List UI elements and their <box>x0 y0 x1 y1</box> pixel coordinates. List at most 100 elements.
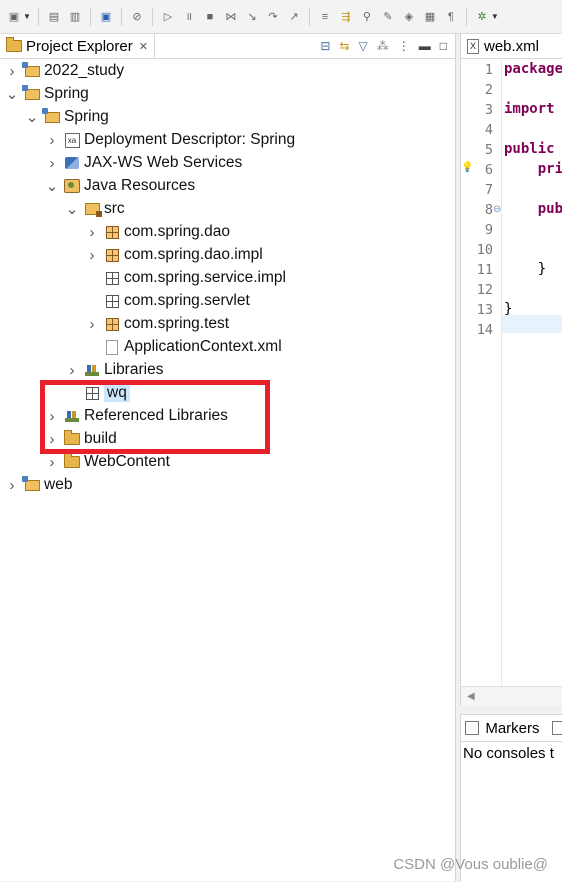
task-icon[interactable]: ◈ <box>401 9 417 25</box>
warning-icon[interactable]: 💡 <box>461 162 473 173</box>
block-selection-icon[interactable]: ▦ <box>422 9 438 25</box>
line-number: 3 <box>484 102 493 118</box>
debug-icon[interactable]: ✲ <box>474 9 490 25</box>
project-explorer-panel: Project Explorer ✕ ⊟ ⇆ ▽ ⁂ ⋮ ▬ □ › 2022_s… <box>0 34 456 881</box>
filter-icon[interactable]: ▽ <box>359 39 368 53</box>
focus-icon[interactable]: ⁂ <box>377 39 389 53</box>
tab-markers[interactable]: Markers <box>461 715 562 742</box>
tree-item[interactable]: ⌄ Spring <box>26 106 109 128</box>
resume-icon[interactable]: ▷ <box>160 9 176 25</box>
step-over-icon[interactable]: ↷ <box>265 9 281 25</box>
link-with-editor-icon[interactable]: ⇆ <box>339 39 349 53</box>
project-explorer-title: Project Explorer <box>26 37 133 55</box>
tree-item[interactable]: › xa Deployment Descriptor: Spring <box>46 129 296 151</box>
tree-item-label: com.spring.test <box>124 315 230 332</box>
maximize-icon[interactable]: □ <box>440 39 447 53</box>
line-number: 12 <box>476 282 493 298</box>
tab-project-explorer[interactable]: Project Explorer ✕ <box>0 34 155 58</box>
chevron-right-icon[interactable]: › <box>86 224 98 241</box>
editor-tab[interactable]: X web.xml <box>461 34 562 59</box>
line-number: 2 <box>484 82 493 98</box>
horizontal-scrollbar[interactable]: ◀ <box>461 686 562 706</box>
skip-breakpoints-icon[interactable]: ⊘ <box>129 9 145 25</box>
new-icon[interactable]: ▣ <box>6 9 22 25</box>
open-type-icon[interactable]: ⚲ <box>359 9 375 25</box>
chevron-down-icon[interactable]: ⌄ <box>26 108 39 126</box>
chevron-right-icon[interactable]: › <box>46 132 58 149</box>
line-number: 11 <box>476 262 493 278</box>
chevron-right-icon[interactable]: › <box>46 155 58 172</box>
tree-item-label: Spring <box>64 108 109 125</box>
empty-package-icon <box>104 293 120 309</box>
chevron-right-icon[interactable]: › <box>66 362 78 379</box>
save-all-icon[interactable]: ▥ <box>67 9 83 25</box>
tree-item-label: com.spring.dao.impl <box>124 246 263 263</box>
tree-item[interactable]: › WebContent <box>46 451 170 473</box>
empty-package-icon <box>104 270 120 286</box>
console-message: No consoles t <box>463 745 554 762</box>
tree-item-label: 2022_study <box>44 62 125 79</box>
pen-icon[interactable]: ✎ <box>380 9 396 25</box>
code-area[interactable]: package import public pri pub }} <box>501 60 562 686</box>
chevron-down-icon[interactable]: ⌄ <box>66 200 79 218</box>
tree-item-label: JAX-WS Web Services <box>84 154 243 171</box>
tree-item-label: Java Resources <box>84 177 196 194</box>
chevron-down-icon[interactable]: ⌄ <box>6 85 19 103</box>
debug-dropdown-icon[interactable]: ▼ <box>491 12 499 21</box>
line-number: 13 <box>476 302 493 318</box>
save-icon[interactable]: ▤ <box>46 9 62 25</box>
tree-item[interactable]: com.spring.service.impl <box>86 267 286 289</box>
toolbar-separator <box>465 7 467 26</box>
chevron-down-icon[interactable]: ⌄ <box>46 177 59 195</box>
minimize-icon[interactable]: ▬ <box>419 39 431 53</box>
view-menu-icon[interactable]: ⋮ <box>398 39 410 53</box>
editor-tab-label: web.xml <box>484 37 540 55</box>
tree-item[interactable]: › 2022_study <box>6 60 124 82</box>
tree-item[interactable]: com.spring.servlet <box>86 290 250 312</box>
suspend-icon[interactable]: ॥ <box>181 9 197 25</box>
chevron-right-icon[interactable]: › <box>46 454 58 471</box>
tree-item[interactable]: › com.spring.test <box>86 313 230 335</box>
code-line: pub <box>504 201 562 217</box>
editor-panel: X web.xml 1 2 3 4 5 6 7 8 9 10 11 12 13 14 💡 ⊖ package i… <box>460 34 562 706</box>
tree-item[interactable]: › Libraries <box>66 359 164 381</box>
chevron-right-icon[interactable]: › <box>86 247 98 264</box>
toolbar-separator <box>308 7 310 26</box>
terminate-icon[interactable]: ■ <box>202 9 218 25</box>
line-number: 8 <box>484 202 493 218</box>
chevron-right-icon[interactable]: › <box>86 316 98 333</box>
whitespace-icon[interactable]: ¶ <box>443 9 459 25</box>
tree-item-label: com.spring.servlet <box>124 292 250 309</box>
tree-item[interactable]: ApplicationContext.xml <box>86 336 282 358</box>
main-toolbar: ▣ ▼ ▤ ▥ ▣ ⊘ ▷ ॥ ■ ⋈ ↘ ↷ ↗ ≡ ⇶ ⚲ ✎ ◈ ▦ ¶ ✲… <box>0 0 562 34</box>
tree-item-label: Spring <box>44 85 89 102</box>
tree-item[interactable]: › JAX-WS Web Services <box>46 152 243 174</box>
format-icon[interactable]: ≡ <box>317 9 333 25</box>
line-number: 6 <box>484 162 493 178</box>
line-number: 5 <box>484 142 493 158</box>
console-tab-icon[interactable] <box>551 721 562 735</box>
tree-item[interactable]: ⌄ Java Resources <box>46 175 195 197</box>
refactor-icon[interactable]: ⇶ <box>338 9 354 25</box>
markers-icon <box>465 721 480 735</box>
tree-item[interactable]: › com.spring.dao.impl <box>86 244 263 266</box>
step-return-icon[interactable]: ↗ <box>286 9 302 25</box>
new-dropdown-icon[interactable]: ▼ <box>23 12 31 21</box>
close-icon[interactable]: ✕ <box>139 40 148 53</box>
code-line: import <box>504 101 555 117</box>
library-icon <box>84 362 100 378</box>
chevron-right-icon[interactable]: › <box>6 477 18 494</box>
tree-item[interactable]: › web <box>6 474 72 496</box>
collapse-all-icon[interactable]: ⊟ <box>320 39 330 53</box>
disconnect-icon[interactable]: ⋈ <box>223 9 239 25</box>
chevron-right-icon[interactable]: › <box>6 63 18 80</box>
tree-item-label: com.spring.service.impl <box>124 269 286 286</box>
step-into-icon[interactable]: ↘ <box>244 9 260 25</box>
tree-item[interactable]: ⌄ src <box>66 198 125 220</box>
console-icon[interactable]: ▣ <box>98 9 114 25</box>
tree-item-label: com.spring.dao <box>124 223 230 240</box>
tree-item[interactable]: › com.spring.dao <box>86 221 230 243</box>
tree-item[interactable]: ⌄ Spring <box>6 83 89 105</box>
tree-item-label: Libraries <box>104 361 164 378</box>
folder-icon <box>64 453 80 470</box>
